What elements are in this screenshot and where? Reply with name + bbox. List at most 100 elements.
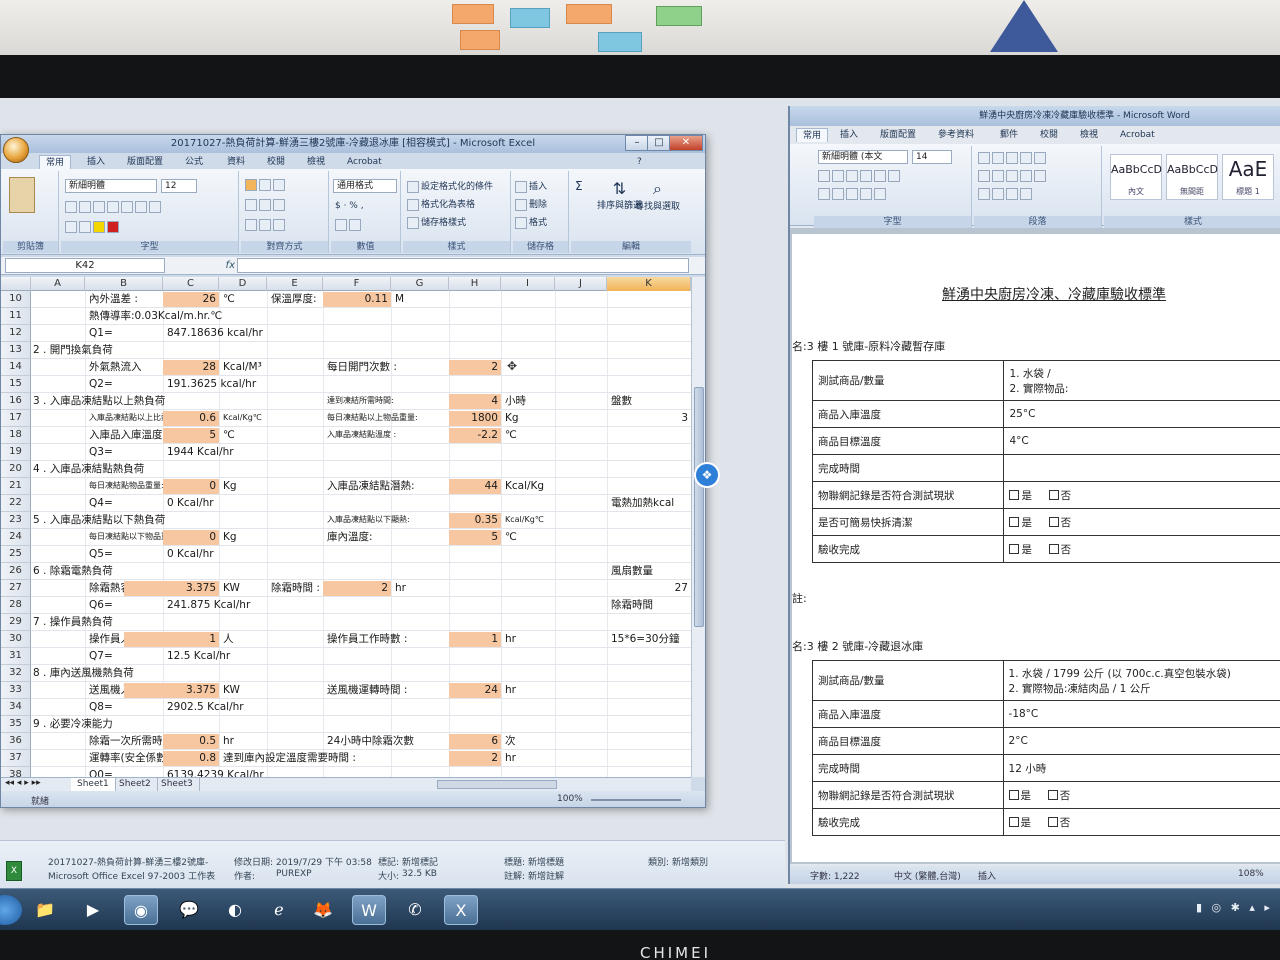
cell-a23[interactable]: 5 . 入庫品凍結點以下熱負荷 [33, 512, 165, 528]
row-header[interactable]: 13 [1, 342, 31, 359]
table-value[interactable]: 1. 水袋 / 1799 公斤 (以 700c.c.真空包裝水袋) 2. 實際物品… [1002, 660, 1280, 701]
row-header[interactable]: 29 [1, 614, 31, 631]
cell-b10[interactable]: 內外溫差 : [89, 291, 138, 307]
cell-b17[interactable]: 入庫品凍結點以上比熱 : [89, 410, 174, 426]
checkbox-no[interactable] [1047, 789, 1058, 800]
cell-f16[interactable]: 達到凍結所需時間: [327, 393, 394, 409]
cell-c28[interactable]: 241.875 Kcal/hr [167, 597, 250, 613]
row-header[interactable]: 34 [1, 699, 31, 716]
cell-a32[interactable]: 8 . 庫內送風機熱負荷 [33, 665, 134, 681]
conditional-format-button[interactable]: 設定格式化的條件 [407, 179, 493, 193]
category-value[interactable]: 新增類別 [672, 855, 708, 868]
word-format-buttons[interactable] [818, 170, 902, 182]
sheet-tab-1[interactable]: Sheet1 [71, 778, 116, 791]
row-header[interactable]: 12 [1, 325, 31, 342]
cell-c15[interactable]: 191.3625 kcal/hr [167, 376, 256, 392]
cell-c34[interactable]: 2902.5 Kcal/hr [167, 699, 244, 715]
column-header-h[interactable]: H [449, 277, 501, 291]
excel-tab-layout[interactable]: 版面配置 [127, 155, 163, 169]
word-tab-references[interactable]: 參考資料 [938, 128, 974, 142]
cell-i21[interactable]: Kcal/Kg [505, 478, 544, 494]
column-header-b[interactable]: B [85, 277, 163, 291]
cell-e27[interactable]: 除霜時間 : [271, 580, 320, 596]
word-align-buttons[interactable] [978, 170, 1048, 182]
excel-tab-view[interactable]: 檢視 [307, 155, 325, 169]
cell-h21[interactable]: 44 [449, 478, 498, 494]
cell-a13[interactable]: 2 . 開門換氣負荷 [33, 342, 113, 358]
word-font-size-combo[interactable]: 14 [912, 150, 952, 164]
worksheet-grid[interactable]: 10 內外溫差 :26 ℃ 保溫厚度: 0.11 M 11 熱傳導率:0.03Kcal/m.h… [1, 291, 691, 777]
row-header[interactable]: 17 [1, 410, 31, 427]
cell-d27[interactable]: KW [223, 580, 240, 596]
cell-a26[interactable]: 6 . 除霜電熱負荷 [33, 563, 113, 579]
zoom-slider[interactable] [591, 799, 681, 801]
cell-i33[interactable]: hr [505, 682, 516, 698]
excel-tab-data[interactable]: 資料 [227, 155, 245, 169]
title-value[interactable]: 新增標題 [528, 855, 564, 868]
cell-k22[interactable]: 電熱加熱kcal [611, 495, 674, 511]
cell-b18[interactable]: 入庫品入庫溫度 : [89, 427, 169, 443]
excel-tab-formulas[interactable]: 公式 [185, 155, 203, 169]
fx-icon[interactable]: fx [169, 258, 235, 273]
checkbox-yes[interactable] [1009, 489, 1020, 500]
line-icon[interactable]: ✆ [398, 895, 432, 925]
format-cells-button[interactable]: 格式 [515, 215, 547, 229]
chrome-icon[interactable]: ◉ [124, 895, 158, 925]
name-box[interactable]: K42 [5, 258, 165, 273]
row-header[interactable]: 37 [1, 750, 31, 767]
word-language[interactable]: 中文 (繁體,台灣) [894, 869, 961, 882]
excel-tab-acrobat[interactable]: Acrobat [347, 155, 382, 169]
cell-b21[interactable]: 每日凍結點物品重量: [89, 478, 164, 494]
row-header[interactable]: 16 [1, 393, 31, 410]
cell-i23[interactable]: Kcal/Kg℃ [505, 512, 544, 528]
cell-c19[interactable]: 1944 Kcal/hr [167, 444, 234, 460]
cell-d21[interactable]: Kg [223, 478, 237, 494]
checkbox-no[interactable] [1047, 816, 1058, 827]
cell-k16[interactable]: 盤數 [611, 393, 632, 409]
row-header[interactable]: 28 [1, 597, 31, 614]
cell-f27[interactable]: 2 [323, 580, 388, 596]
row-header[interactable]: 25 [1, 546, 31, 563]
row-header[interactable]: 23 [1, 512, 31, 529]
file-explorer-icon[interactable]: 📁 [28, 895, 62, 925]
paste-icon[interactable] [9, 177, 35, 213]
minimize-button[interactable]: – [625, 135, 649, 151]
table-value[interactable]: 1. 水袋 / 2. 實際物品: [1003, 360, 1280, 401]
cell-d17[interactable]: Kcal/Kg℃ [223, 410, 262, 426]
cell-d10[interactable]: ℃ [223, 291, 235, 307]
cell-c36[interactable]: 0.5 [163, 733, 216, 749]
cell-a35[interactable]: 9 . 必要冷凍能力 [33, 716, 113, 732]
word-color-buttons[interactable] [818, 188, 888, 200]
cell-b11[interactable]: 熱傳導率:0.03Kcal/m.hr.℃ [89, 308, 222, 324]
row-header[interactable]: 31 [1, 648, 31, 665]
cell-b38[interactable]: Q0= [89, 767, 113, 777]
system-tray-icons[interactable]: ▮ ◎ ✱ ▴ ▸ [1196, 901, 1273, 914]
row-header[interactable]: 35 [1, 716, 31, 733]
cell-b25[interactable]: Q5= [89, 546, 113, 562]
word-shading-buttons[interactable] [978, 188, 1034, 200]
cell-k17[interactable]: 3 [607, 410, 688, 426]
excel-tab-home[interactable]: 常用 [39, 155, 72, 169]
cell-k30[interactable]: 15*6=30分鐘 [611, 631, 679, 647]
horizontal-scrollbar[interactable] [437, 780, 557, 789]
cell-c22[interactable]: 0 Kcal/hr [167, 495, 214, 511]
dropbox-icon[interactable]: ❖ [694, 462, 720, 488]
word-tab-insert[interactable]: 插入 [840, 128, 858, 142]
cell-f14[interactable]: 每日開門次數 : [327, 359, 397, 375]
column-header-c[interactable]: C [163, 277, 219, 291]
cell-h18[interactable]: -2.2 [449, 427, 499, 443]
table-value[interactable]: 25°C [1003, 400, 1280, 428]
decimal-buttons[interactable] [335, 219, 363, 231]
cell-b12[interactable]: Q1= [89, 325, 113, 341]
cell-i37[interactable]: hr [505, 750, 516, 766]
cell-h36[interactable]: 6 [449, 733, 498, 749]
word-taskbar-icon[interactable]: W [352, 895, 386, 925]
cell-c27[interactable]: 3.375 [163, 580, 216, 596]
cell-f33[interactable]: 送風機運轉時間 : [327, 682, 407, 698]
font-size-combo[interactable]: 12 [161, 179, 197, 193]
row-header[interactable]: 10 [1, 291, 31, 308]
align-horizontal-buttons[interactable] [245, 199, 287, 211]
column-header-g[interactable]: G [391, 277, 449, 291]
cell-c18[interactable]: 5 [163, 427, 216, 443]
word-page[interactable]: 鮮湧中央廚房冷凍、冷藏庫驗收標準 名:3 樓 1 號庫-原料冷藏暫存庫 測試商品… [792, 234, 1280, 862]
